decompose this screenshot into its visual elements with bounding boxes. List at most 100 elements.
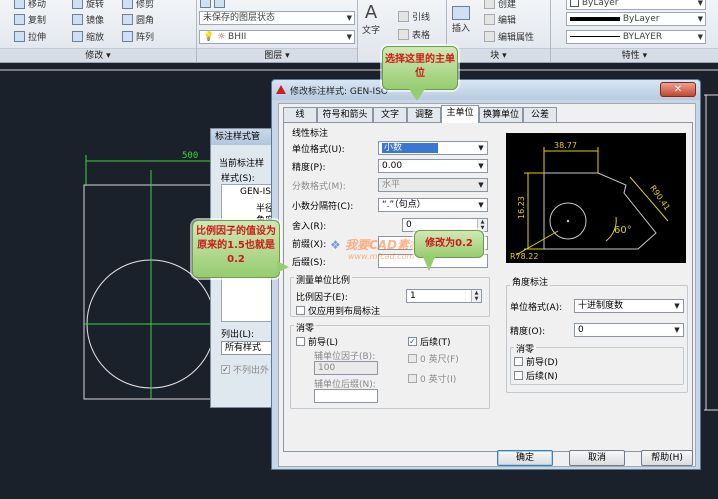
panel-layer[interactable]: 图层 ▾ bbox=[197, 48, 357, 62]
tab-fit[interactable]: 调整 bbox=[407, 107, 441, 122]
move-icon bbox=[14, 0, 25, 9]
move-tool[interactable]: 移动 bbox=[14, 0, 46, 10]
create-block-tool[interactable]: 创建 bbox=[484, 0, 516, 10]
rotate-tool[interactable]: 旋转 bbox=[72, 0, 104, 10]
decimal-separator-combo[interactable]: “.”（句点） ▼ bbox=[378, 198, 488, 212]
scale-tool[interactable]: 缩放 bbox=[72, 30, 104, 43]
sub-unit-factor-input[interactable]: 100 bbox=[314, 361, 378, 375]
dialog-titlebar[interactable]: 修改标注样式: GEN-ISO ✕ bbox=[272, 80, 700, 100]
autocad-logo-icon bbox=[276, 85, 286, 94]
no-external-checkbox[interactable]: ✓ 不列出外 bbox=[221, 363, 269, 376]
angular-unit-format-combo[interactable]: 十进制度数 ▼ bbox=[574, 299, 684, 313]
panel-properties[interactable]: 特性 ▾ bbox=[551, 48, 718, 62]
angular-trailing-checkbox[interactable]: 后续(N) bbox=[514, 369, 558, 382]
mirror-tool[interactable]: 镜像 bbox=[72, 13, 104, 26]
spinner-arrows-icon[interactable]: ▲ ▼ bbox=[471, 290, 481, 302]
array-tool[interactable]: 阵列 bbox=[122, 30, 154, 43]
fillet-tool[interactable]: 圆角 bbox=[122, 13, 154, 26]
dialog-title: 修改标注样式: GEN-ISO bbox=[290, 87, 388, 97]
tab-symbols-arrows[interactable]: 符号和箭头 bbox=[317, 107, 373, 122]
precision-label: 精度(P): bbox=[292, 163, 326, 173]
table-tool[interactable]: 表格 bbox=[398, 28, 430, 41]
panel-modify[interactable]: 修改 ▾ bbox=[0, 48, 196, 62]
color-combo[interactable]: ByLayer ▼ bbox=[566, 0, 706, 10]
preview-angle: 60° bbox=[614, 225, 632, 236]
layer-state-combo[interactable]: 未保存的图层状态 ▼ bbox=[199, 11, 355, 25]
preview-radius: R78.22 bbox=[510, 252, 538, 261]
leading-zero-checkbox[interactable]: 前导(L) bbox=[296, 335, 338, 348]
precision-combo[interactable]: 0.00 ▼ bbox=[378, 159, 488, 173]
leader-icon bbox=[398, 11, 409, 22]
linetype-combo[interactable]: ByLayer ▼ bbox=[566, 12, 706, 26]
close-icon: ✕ bbox=[673, 84, 683, 95]
close-button[interactable]: ✕ bbox=[660, 82, 696, 97]
primary-units-panel: 线性标注 单位格式(U): 小数 ▼ 精度(P): 0.00 ▼ 分数格式(M): … bbox=[283, 122, 693, 452]
rotate-icon bbox=[72, 0, 83, 9]
callout-tail bbox=[277, 261, 289, 273]
cancel-button[interactable]: 取消 bbox=[569, 450, 625, 466]
ribbon: 移动 旋转 修剪 复制 镜像 圆角 拉伸 缩放 阵列 修改 ▾ 未保存的图层状态… bbox=[0, 0, 718, 63]
decimal-separator-label: 小数分隔符(C): bbox=[292, 202, 354, 212]
chevron-down-icon: ▼ bbox=[478, 201, 484, 209]
angular-unit-format-label: 单位格式(A): bbox=[510, 303, 563, 313]
list-label: 列出(L): bbox=[221, 330, 255, 340]
stretch-tool[interactable]: 拉伸 bbox=[14, 30, 46, 43]
chevron-down-icon: ▼ bbox=[478, 144, 484, 152]
tab-lines[interactable]: 线 bbox=[283, 107, 317, 122]
fillet-icon bbox=[122, 14, 133, 25]
scale-factor-spinner[interactable]: 1 ▲ ▼ bbox=[406, 289, 482, 303]
sun-icon: ☼ bbox=[217, 32, 226, 42]
prefix-label: 前缀(X): bbox=[292, 240, 327, 250]
unit-format-label: 单位格式(U): bbox=[292, 145, 345, 155]
sub-unit-suffix-input[interactable] bbox=[314, 389, 378, 403]
leader-tool[interactable]: 引线 bbox=[398, 10, 430, 23]
fraction-format-combo[interactable]: 水平 ▼ bbox=[378, 178, 488, 192]
chevron-down-icon: ▼ bbox=[478, 162, 484, 170]
tab-primary-units[interactable]: 主单位 bbox=[441, 105, 479, 123]
layer-icon bbox=[200, 0, 211, 8]
tab-tolerances[interactable]: 公差 bbox=[523, 107, 557, 122]
table-icon bbox=[398, 29, 409, 40]
text-tool[interactable]: A 文字 bbox=[362, 2, 380, 36]
layer-icon bbox=[214, 0, 225, 8]
dialog-body: 线 符号和箭头 文字 调整 主单位 换算单位 公差 线性标注 单位格式(U): … bbox=[278, 103, 696, 467]
panel-block[interactable]: 块 ▾ bbox=[447, 48, 550, 62]
chevron-down-icon: ▼ bbox=[478, 181, 484, 189]
chevron-down-icon: ▼ bbox=[674, 302, 680, 310]
callout-tail bbox=[423, 257, 435, 271]
chevron-down-icon: ▼ bbox=[346, 33, 352, 41]
edit-attributes-icon bbox=[484, 31, 495, 42]
ok-button[interactable]: 确定 bbox=[497, 450, 553, 466]
bulb-icon: 💡 bbox=[203, 32, 215, 42]
zero-inches-checkbox[interactable]: 0 英寸(I) bbox=[408, 372, 456, 385]
chevron-down-icon: ▼ bbox=[674, 326, 680, 334]
tab-alternate-units[interactable]: 换算单位 bbox=[479, 107, 523, 122]
watermark-logo-icon: ❖ bbox=[330, 238, 341, 252]
angular-leading-checkbox[interactable]: 前导(D) bbox=[514, 355, 558, 368]
help-button[interactable]: 帮助(H) bbox=[641, 450, 693, 466]
chevron-down-icon: ▼ bbox=[697, 0, 703, 7]
angular-precision-combo[interactable]: 0 ▼ bbox=[574, 323, 684, 337]
chevron-down-icon: ▼ bbox=[697, 33, 703, 41]
tab-text[interactable]: 文字 bbox=[373, 107, 407, 122]
callout-tail bbox=[409, 89, 425, 101]
scale-section-title: 测量单位比例 bbox=[294, 273, 353, 286]
layout-only-checkbox[interactable]: 仅应用到布局标注 bbox=[296, 304, 380, 317]
dimension-text: 500 bbox=[182, 151, 198, 161]
suffix-label: 后缀(S): bbox=[292, 258, 326, 268]
styles-label: 样式(S): bbox=[221, 174, 255, 184]
unit-format-combo[interactable]: 小数 ▼ bbox=[378, 141, 488, 155]
create-block-icon bbox=[484, 0, 495, 9]
scale-factor-label: 比例因子(E): bbox=[296, 293, 348, 303]
trim-tool[interactable]: 修剪 bbox=[122, 0, 154, 10]
zero-feet-checkbox[interactable]: 0 英尺(F) bbox=[408, 352, 459, 365]
trailing-zero-checkbox[interactable]: ✓ 后续(T) bbox=[408, 335, 451, 348]
angular-zero-title: 消零 bbox=[514, 342, 537, 355]
lineweight-combo[interactable]: BYLAYER ▼ bbox=[566, 30, 706, 44]
edit-block-tool[interactable]: 编辑 bbox=[484, 13, 516, 26]
layer-combo[interactable]: 💡 ☼ BHII ▼ bbox=[199, 30, 355, 44]
edit-attributes-tool[interactable]: 编辑属性 bbox=[484, 30, 534, 43]
preview-dim-top: 38.77 bbox=[554, 141, 577, 150]
copy-tool[interactable]: 复制 bbox=[14, 13, 46, 26]
insert-tool[interactable]: 插入 bbox=[452, 6, 470, 34]
